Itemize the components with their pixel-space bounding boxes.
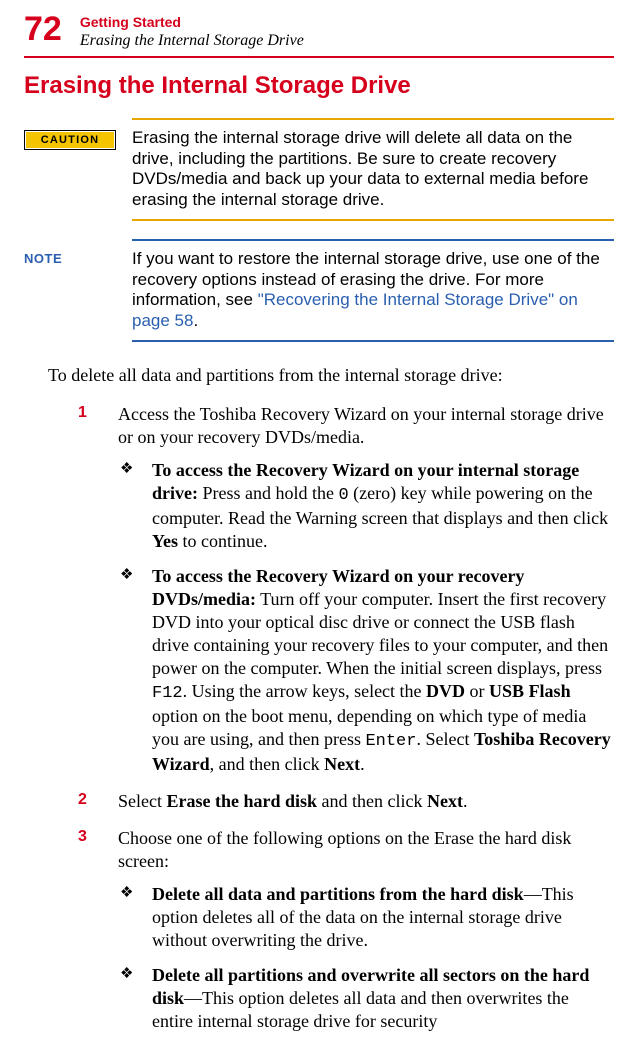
caution-rule-bottom — [132, 219, 614, 221]
page-header: 72 Getting Started Erasing the Internal … — [24, 12, 614, 50]
section-breadcrumb: Erasing the Internal Storage Drive — [80, 31, 304, 50]
yes-label: Yes — [152, 531, 178, 551]
key-enter: Enter — [365, 732, 416, 751]
key-zero: 0 — [338, 486, 348, 505]
chapter-title: Getting Started — [80, 14, 304, 31]
note-label: NOTE — [24, 249, 116, 266]
next-label: Next — [324, 754, 360, 774]
note-text: If you want to restore the internal stor… — [132, 249, 610, 332]
sub-lead: Delete all data and partitions from the … — [152, 884, 524, 904]
note-rule-bottom — [132, 340, 614, 342]
t: or — [465, 681, 489, 701]
caution-badge: CAUTION — [24, 130, 116, 150]
dvd-label: DVD — [426, 681, 465, 701]
steps-list: 1 Access the Toshiba Recovery Wizard on … — [78, 403, 614, 1033]
header-texts: Getting Started Erasing the Internal Sto… — [80, 12, 304, 50]
page-title: Erasing the Internal Storage Drive — [24, 72, 614, 100]
t: . Using the arrow keys, select the — [183, 681, 426, 701]
step-number: 2 — [78, 790, 87, 810]
caution-callout: CAUTION Erasing the internal storage dri… — [24, 118, 614, 221]
list-item: Delete all partitions and overwrite all … — [118, 964, 614, 1033]
step-number: 1 — [78, 403, 87, 423]
t: Select — [118, 791, 166, 811]
step-number: 3 — [78, 827, 87, 847]
note-callout: NOTE If you want to restore the internal… — [24, 239, 614, 342]
list-item: To access the Recovery Wizard on your re… — [118, 565, 614, 776]
note-text-post: . — [193, 311, 198, 330]
step-1-text: Access the Toshiba Recovery Wizard on yo… — [118, 404, 604, 447]
step-3-text: Choose one of the following options on t… — [118, 828, 571, 871]
t: . — [463, 791, 468, 811]
t: to continue. — [178, 531, 267, 551]
usb-flash-label: USB Flash — [489, 681, 571, 701]
t: , and then click — [210, 754, 324, 774]
caution-label: CAUTION — [26, 132, 114, 148]
t: and then click — [317, 791, 427, 811]
step-2: 2 Select Erase the hard disk and then cl… — [78, 790, 614, 813]
t: Press and hold the — [198, 483, 338, 503]
t: . — [360, 754, 365, 774]
header-rule — [24, 56, 614, 58]
step-3-sublist: Delete all data and partitions from the … — [118, 883, 614, 1033]
next-label: Next — [427, 791, 463, 811]
page-number: 72 — [24, 12, 62, 46]
key-f12: F12 — [152, 684, 183, 703]
caution-text: Erasing the internal storage drive will … — [132, 128, 610, 211]
list-item: To access the Recovery Wizard on your in… — [118, 459, 614, 553]
t: —This option deletes all data and then o… — [152, 988, 569, 1031]
erase-label: Erase the hard disk — [166, 791, 317, 811]
step-3: 3 Choose one of the following options on… — [78, 827, 614, 1033]
list-item: Delete all data and partitions from the … — [118, 883, 614, 952]
step-1-sublist: To access the Recovery Wizard on your in… — [118, 459, 614, 776]
t: . Select — [416, 729, 473, 749]
step-1: 1 Access the Toshiba Recovery Wizard on … — [78, 403, 614, 776]
intro-text: To delete all data and partitions from t… — [48, 364, 614, 387]
